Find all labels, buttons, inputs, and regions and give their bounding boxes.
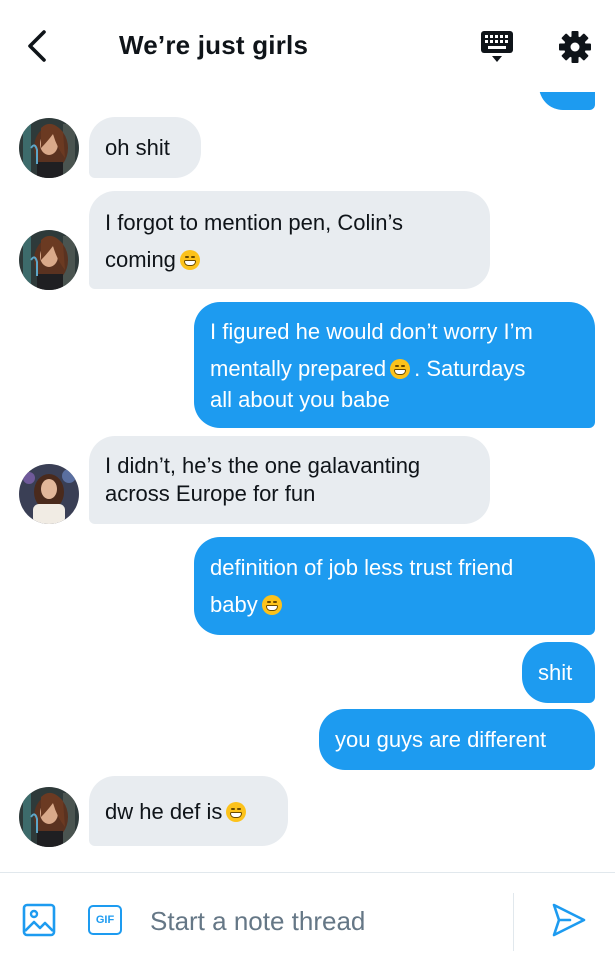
send-icon — [552, 903, 586, 937]
message-bubble-outgoing[interactable]: you guys are different — [319, 709, 595, 770]
message-text-line: I forgot to mention pen, Colin’s — [105, 210, 403, 235]
avatar[interactable] — [19, 118, 79, 178]
chevron-left-icon — [28, 30, 46, 62]
message-bubble-incoming[interactable]: oh shit — [89, 117, 201, 178]
avatar-photo — [19, 464, 79, 524]
message-text-line: mentally prepared — [210, 355, 387, 381]
avatar-photo — [19, 230, 79, 290]
message-bubble-incoming[interactable]: I didn’t, he’s the one galavanting acros… — [89, 436, 490, 524]
avatar-photo — [19, 118, 79, 178]
message-text: dw he def is — [105, 798, 223, 824]
avatar[interactable] — [19, 787, 79, 847]
gif-button[interactable]: GIF — [88, 905, 122, 935]
message-bubble-outgoing[interactable]: I figured he would don’t worry I’m menta… — [194, 302, 595, 428]
joy-emoji-icon — [226, 801, 247, 822]
back-button[interactable] — [20, 26, 54, 66]
avatar-photo — [19, 787, 79, 847]
send-button[interactable] — [550, 901, 588, 939]
message-text: oh shit — [105, 135, 170, 160]
note-thread-input[interactable] — [150, 901, 500, 941]
message-text-line: coming — [105, 247, 176, 272]
conversation-title: We’re just girls — [119, 30, 309, 60]
message-bubble-outgoing[interactable]: definition of job less trust friend baby — [194, 537, 595, 635]
message-text: shit — [538, 660, 573, 685]
keyboard-icon — [481, 31, 513, 62]
message-text-line: baby — [210, 592, 258, 617]
divider — [513, 893, 514, 951]
message-text-line: . Saturdays — [414, 355, 526, 381]
add-image-button[interactable] — [22, 903, 56, 937]
grimace-emoji-icon — [179, 250, 200, 270]
keyboard-button[interactable] — [478, 28, 516, 66]
message-bubble-incoming[interactable]: I forgot to mention pen, Colin’s coming — [89, 191, 490, 289]
message-text-line: I didn’t, he’s the one galavanting — [105, 453, 421, 478]
message-text-line: I figured he would don’t worry I’m — [210, 318, 533, 344]
joy-emoji-icon — [261, 595, 282, 615]
message-text-line: all about you babe — [210, 386, 390, 412]
message-text-line: definition of job less trust friend — [210, 555, 514, 580]
image-icon — [22, 903, 56, 937]
message-bubble-outgoing[interactable]: shit — [522, 642, 595, 703]
header: We’re just girls — [0, 0, 615, 92]
avatar[interactable] — [19, 230, 79, 290]
conversation[interactable]: oh shit I forgot to mention pen, Colin’s… — [0, 92, 615, 870]
avatar[interactable] — [19, 464, 79, 524]
message-text-line: across Europe for fun — [105, 481, 316, 506]
message-text: you guys are different — [335, 727, 547, 752]
message-bubble-incoming[interactable]: dw he def is — [89, 776, 288, 846]
gif-label: GIF — [95, 914, 115, 926]
composer: GIF — [0, 872, 615, 960]
joy-emoji-icon — [390, 358, 411, 379]
message-bubble-partial[interactable] — [539, 92, 595, 110]
gear-icon — [559, 31, 591, 63]
settings-button[interactable] — [556, 28, 594, 66]
